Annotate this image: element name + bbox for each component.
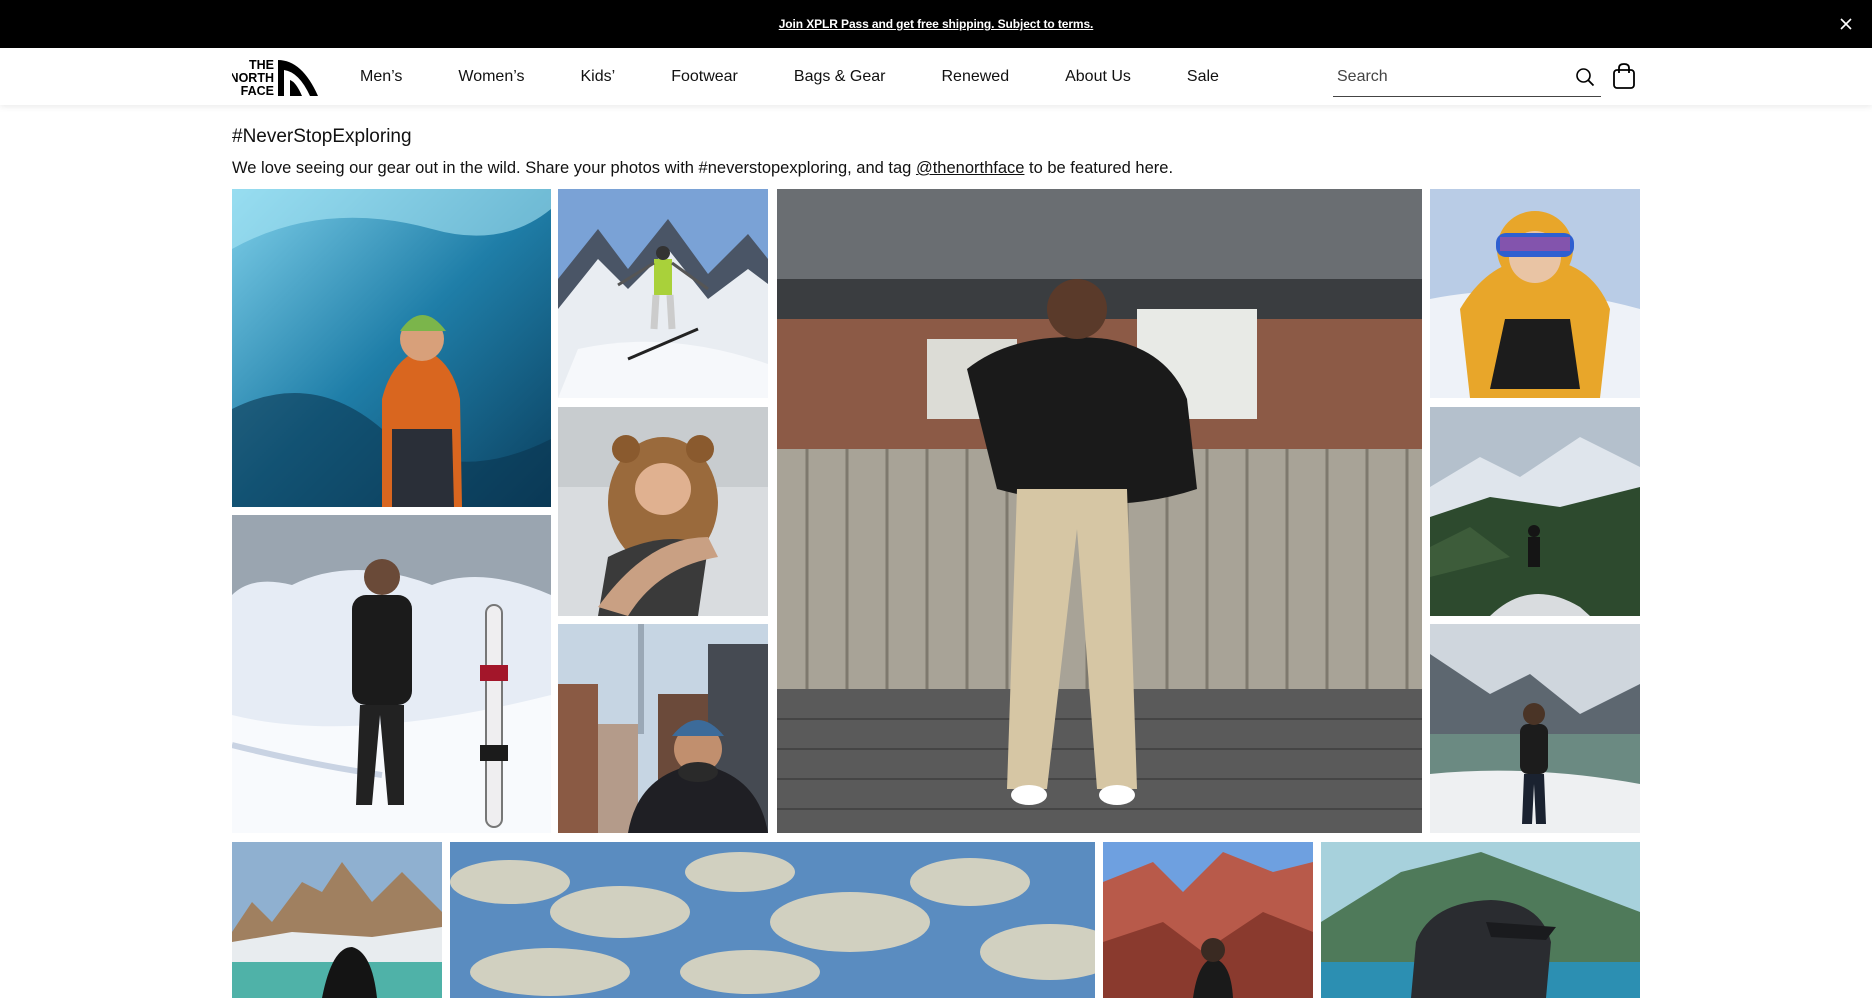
search-input[interactable] [1333, 67, 1553, 86]
logo-text-the: THE [249, 58, 274, 72]
half-dome-icon [278, 60, 318, 96]
gallery-photo-cloudy-sky[interactable] [450, 842, 1095, 998]
nav-footwear[interactable]: Footwear [671, 68, 738, 86]
thenorthface-link[interactable]: @thenorthface [916, 159, 1024, 177]
gallery-photo-child-goggles[interactable] [1430, 189, 1640, 398]
search-icon[interactable] [1575, 67, 1595, 87]
logo-text-face: FACE [241, 84, 274, 97]
search-box [1333, 57, 1601, 97]
shopping-bag-icon[interactable] [1612, 62, 1636, 90]
description-text-end: to be featured here. [1024, 159, 1174, 177]
description-text: We love seeing our gear out in the wild.… [232, 159, 916, 177]
gallery-photo-skier[interactable] [558, 189, 768, 398]
nav-about-us[interactable]: About Us [1065, 68, 1131, 86]
promo-bar: Join XPLR Pass and get free shipping. Su… [0, 0, 1872, 48]
gallery-photo-forest-overlook[interactable] [1430, 407, 1640, 616]
nav-mens[interactable]: Men’s [360, 68, 402, 86]
promo-link[interactable]: Join XPLR Pass and get free shipping. Su… [779, 17, 1094, 31]
nav-bags-gear[interactable]: Bags & Gear [794, 68, 886, 86]
gallery-photo-puffer-jacket[interactable] [777, 189, 1422, 833]
gallery-photo-mountain-lake[interactable] [1430, 624, 1640, 833]
gallery-photo-towers[interactable] [232, 842, 442, 998]
gallery-photo-city-selfie[interactable] [558, 624, 768, 833]
nav-sale[interactable]: Sale [1187, 68, 1219, 86]
nav-kids[interactable]: Kids’ [581, 68, 616, 86]
gallery-photo-red-rocks[interactable] [1103, 842, 1313, 998]
gallery-photo-snowboarder[interactable] [232, 515, 551, 833]
main-nav: Men’s Women’s Kids’ Footwear Bags & Gear… [360, 48, 1275, 105]
page-title: #NeverStopExploring [232, 126, 412, 147]
gallery-photo-baby-bear[interactable] [558, 407, 768, 616]
site-header: THE NORTH FACE Men’s Women’s Kids’ Footw… [0, 48, 1872, 105]
gallery-description: We love seeing our gear out in the wild.… [232, 159, 1173, 178]
logo-text-north: NORTH [232, 71, 274, 85]
nav-womens[interactable]: Women’s [458, 68, 524, 86]
gallery-photo-cap-portrait[interactable] [1321, 842, 1640, 998]
north-face-logo[interactable]: THE NORTH FACE [232, 57, 320, 97]
nav-renewed[interactable]: Renewed [942, 68, 1010, 86]
close-icon[interactable] [1834, 12, 1858, 36]
gallery-photo-ice-cave[interactable] [232, 189, 551, 507]
